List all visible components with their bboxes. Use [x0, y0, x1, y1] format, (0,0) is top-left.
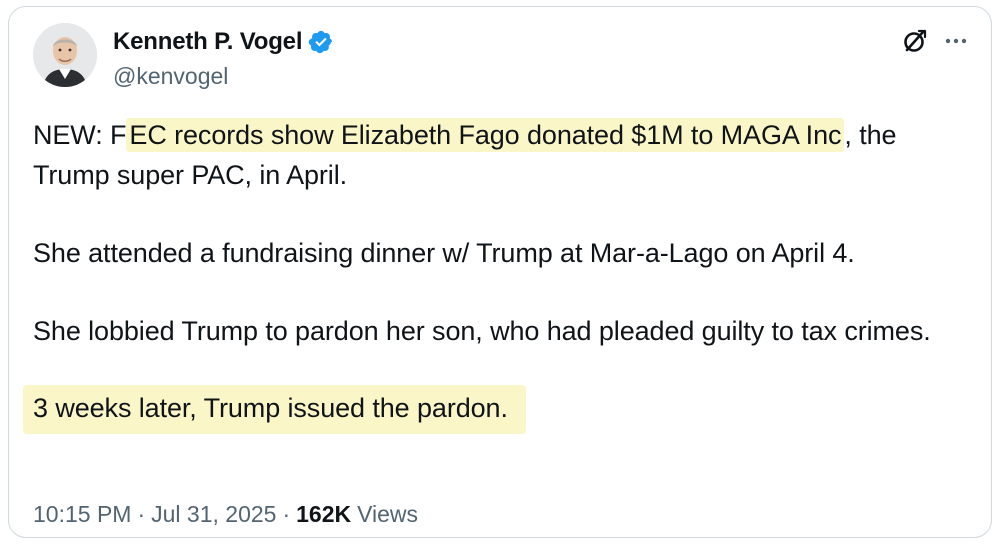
author-handle[interactable]: @kenvogel — [113, 63, 228, 90]
more-options-icon[interactable] — [943, 28, 969, 54]
meta-separator: · — [137, 501, 146, 527]
tweet-paragraph-2: She attended a fundraising dinner w/ Tru… — [33, 238, 855, 268]
views-label: Views — [357, 501, 419, 527]
views-count[interactable]: 162K — [296, 501, 351, 528]
avatar[interactable] — [33, 23, 97, 87]
tweet-card: Kenneth P. Vogel @kenvogel NEW: F EC rec… — [8, 6, 992, 538]
author-display-name[interactable]: Kenneth P. Vogel — [113, 28, 302, 56]
tweet-p1-prefix: NEW: F — [33, 120, 127, 150]
tweet-paragraph-3: She lobbied Trump to pardon her son, who… — [33, 316, 931, 346]
tweet-text: NEW: F EC records show Elizabeth Fago don… — [23, 115, 969, 434]
highlighted-text: 3 weeks later, Trump issued the pardon. — [23, 385, 526, 434]
tweet-date[interactable]: Jul 31, 2025 — [151, 501, 276, 528]
highlighted-text: EC records show Elizabeth Fago donated $… — [126, 118, 845, 152]
tweet-paragraph-4: 3 weeks later, Trump issued the pardon. — [23, 385, 969, 434]
tweet-meta: 10:15 PM · Jul 31, 2025 · 162K Views — [33, 501, 418, 528]
tweet-time[interactable]: 10:15 PM — [33, 501, 131, 528]
verified-badge-icon[interactable] — [308, 29, 334, 55]
author-name-row: Kenneth P. Vogel — [113, 25, 334, 59]
tweet-actions-top — [901, 27, 969, 55]
meta-separator: · — [282, 501, 291, 527]
grok-icon[interactable] — [901, 27, 929, 55]
tweet-paragraph-1: NEW: F EC records show Elizabeth Fago don… — [33, 115, 969, 195]
avatar-photo — [33, 23, 97, 87]
